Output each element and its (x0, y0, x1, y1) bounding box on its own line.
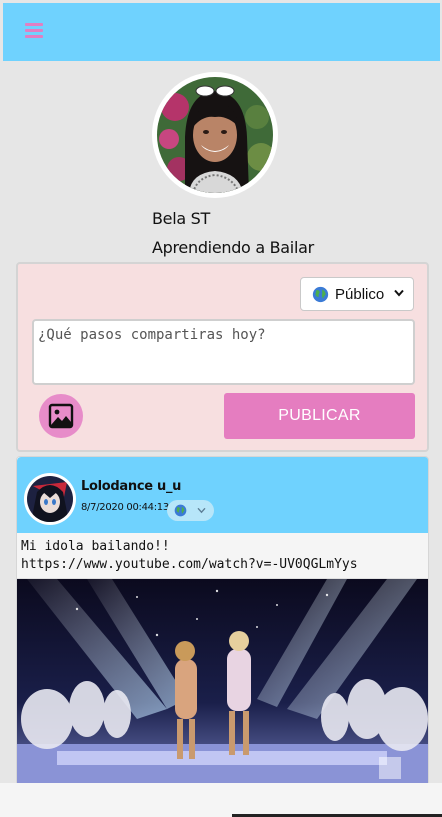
author-avatar-image (27, 476, 73, 522)
post-header: Lolodance u_u 8/7/2020 00:44:13 (17, 457, 428, 533)
privacy-select[interactable]: Público (300, 277, 414, 311)
profile-name: Bela ST (152, 209, 210, 228)
chevron-down-icon (394, 289, 404, 297)
globe-icon (174, 504, 187, 517)
add-image-button[interactable] (39, 394, 83, 438)
post-author-avatar[interactable] (24, 473, 76, 525)
post-input[interactable] (32, 319, 415, 385)
post-composer: Público PUBLICAR (16, 262, 429, 452)
bottom-bar (0, 783, 442, 817)
post-author-name[interactable]: Lolodance u_u (81, 479, 181, 494)
globe-icon (312, 286, 329, 302)
video-thumbnail (17, 579, 428, 785)
top-bar (3, 3, 440, 61)
post-date: 8/7/2020 00:44:13 (81, 502, 169, 513)
post-text: Mi idola bailando!! https://www.youtube.… (17, 533, 428, 579)
profile-avatar (152, 72, 278, 198)
chevron-down-icon (197, 507, 206, 514)
user-avatar-image (157, 77, 273, 193)
image-icon (48, 403, 74, 429)
publish-button[interactable]: PUBLICAR (224, 393, 415, 439)
privacy-select-label: Público (335, 285, 385, 303)
post-card: Lolodance u_u 8/7/2020 00:44:13 Mi idola… (16, 456, 429, 786)
profile-status: Aprendiendo a Bailar (152, 238, 314, 257)
post-media[interactable] (17, 579, 428, 785)
hamburger-menu-icon[interactable] (25, 23, 43, 39)
post-privacy-toggle[interactable] (167, 500, 214, 521)
